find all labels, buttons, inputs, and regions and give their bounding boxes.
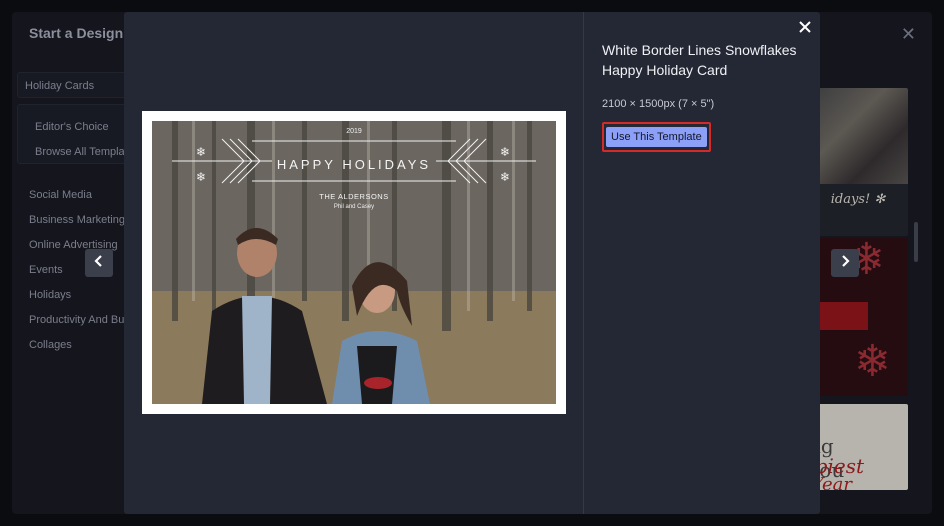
card-preview: ❄ ❄ ❄ ❄ 2019 HAPPY HOLIDAYS THE ALDERSON… [142, 111, 566, 414]
chevron-left-icon [93, 254, 105, 273]
card-names: Phil and Casey [333, 204, 375, 210]
card-photo: ❄ ❄ ❄ ❄ 2019 HAPPY HOLIDAYS THE ALDERSON… [152, 121, 556, 404]
sidebar-item-label: Holiday Cards [25, 80, 95, 92]
template-preview-modal: ❄ ❄ ❄ ❄ 2019 HAPPY HOLIDAYS THE ALDERSON… [124, 12, 820, 514]
sidebar-item-holiday-cards[interactable]: Holiday Cards [17, 72, 137, 98]
sidebar-item-collages[interactable]: Collages [29, 339, 72, 351]
snowflake-icon: ❄ [854, 337, 891, 386]
sidebar-item-editors-choice[interactable]: Editor's Choice [35, 121, 109, 133]
scrollbar[interactable] [914, 222, 918, 262]
thumbnail-photo [808, 88, 908, 184]
close-icon[interactable] [796, 18, 814, 36]
background-close-icon[interactable]: ✕ [901, 24, 916, 45]
card-year: 2019 [346, 128, 362, 135]
previous-template-button[interactable] [85, 249, 113, 277]
template-info: White Border Lines Snowflakes Happy Holi… [602, 40, 802, 152]
card-greeting: HAPPY HOLIDAYS [276, 157, 432, 172]
sidebar-item-business-marketing[interactable]: Business Marketing [29, 214, 125, 226]
template-thumbnail[interactable]: idays! ✻ [808, 88, 908, 236]
snowflake-icon: ❄ [500, 170, 510, 184]
page-title: Start a Design [29, 25, 124, 41]
template-thumbnail[interactable]: ng you ppiest Year [808, 404, 908, 490]
thumbnail-caption: idays! ✻ [830, 192, 886, 207]
template-dimensions: 2100 × 1500px (7 × 5") [602, 98, 715, 110]
next-template-button[interactable] [831, 249, 859, 277]
chevron-right-icon [839, 254, 851, 273]
use-template-button[interactable]: Use This Template [606, 127, 707, 147]
template-title: White Border Lines Snowflakes Happy Holi… [602, 42, 797, 78]
sidebar-item-holidays[interactable]: Holidays [29, 289, 71, 301]
modal-divider [583, 12, 584, 514]
sidebar-item-social-media[interactable]: Social Media [29, 189, 92, 201]
sidebar-item-events[interactable]: Events [29, 264, 63, 276]
card-family-name: THE ALDERSONS [319, 192, 389, 201]
snowflake-icon: ❄ [196, 170, 206, 184]
use-template-button-highlight[interactable]: Use This Template [602, 122, 711, 152]
